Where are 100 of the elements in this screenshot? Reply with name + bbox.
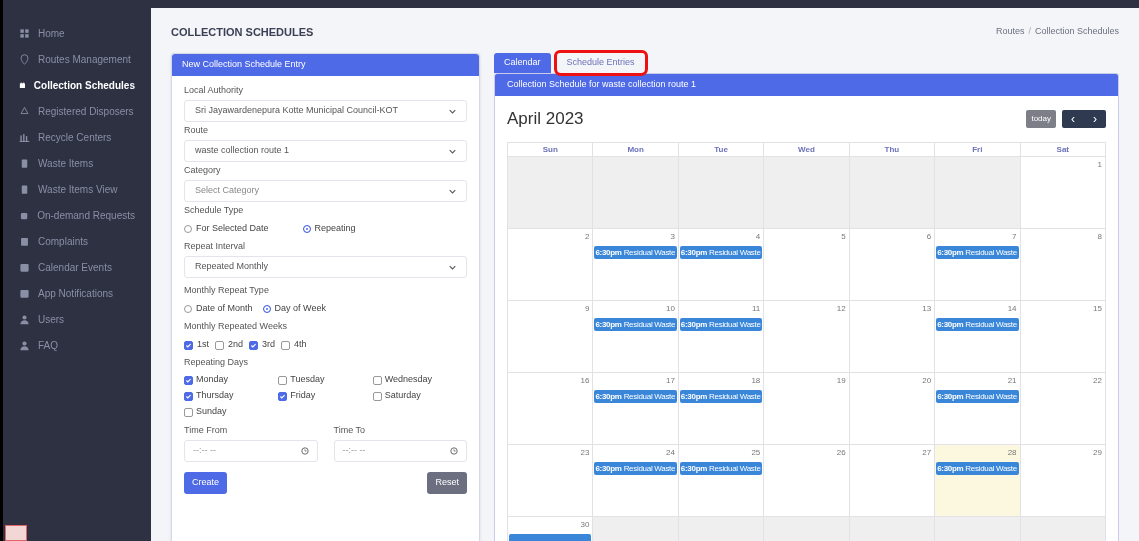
calendar-event[interactable]: 6:30pm Residual Waste [594,462,677,475]
select-field[interactable]: Select Category [184,180,467,202]
sidebar-item[interactable]: Calendar Events [3,254,151,280]
checkbox[interactable] [281,340,291,350]
checkbox-label: Wednesday [384,373,433,387]
tab[interactable]: Calendar [494,53,551,73]
day-number: 9 [584,303,591,315]
day-number: 8 [1097,231,1103,243]
event-time: 6:30pm [680,390,708,403]
calendar-event[interactable]: 6:30pm Residual Waste [594,318,677,331]
calendar-event[interactable]: 6:30pm Residual Waste [936,390,1019,403]
day-number: 30 [580,519,591,531]
event-time: 6:30pm [680,246,708,259]
calendar-event[interactable]: 6:30pm Residual Waste [679,246,763,259]
grid-icon [19,27,30,39]
event-title: Residual Waste [965,390,1017,403]
event-title: Residual Waste [623,318,676,331]
previous-button[interactable]: ‹ [1062,110,1084,128]
field-label: Repeat Interval [184,240,247,254]
time-field[interactable]: --:-- -- [333,440,467,462]
calendar-event[interactable]: 6:30pm Residual Waste [936,318,1019,331]
sidebar-item[interactable]: Collection Schedules [3,72,151,98]
calendar-event[interactable]: 6:30pm Residual Waste [594,246,677,259]
event-title: Residual Waste [623,462,676,475]
chevron-down-icon [449,264,456,270]
day-number: 6 [926,231,933,243]
field-label: Repeating Days [184,356,250,370]
radio-button[interactable] [262,305,271,313]
checkbox[interactable] [372,391,382,401]
calendar-event[interactable]: 6:30pm Residual Waste [936,462,1019,475]
day-number: 15 [1093,303,1103,315]
calendar-event[interactable]: 6:30pm Residual Waste [936,246,1019,259]
sidebar-item[interactable]: Routes Management [3,46,151,72]
radio-button[interactable] [302,225,311,233]
sidebar-item[interactable]: Waste Items [3,150,151,176]
radio-label: For Selected Date [196,222,269,236]
event-time: 6:30pm [680,318,708,331]
day-number: 13 [922,303,933,315]
sidebar-item[interactable]: Users [3,306,151,332]
breadcrumb-link[interactable]: Routes [995,25,1025,39]
checkbox[interactable] [249,340,259,350]
select-field[interactable]: Repeated Monthly [184,256,467,278]
radio-button[interactable] [184,225,192,233]
select-field[interactable]: Sri Jayawardenepura Kotte Municipal Council-KOT [184,100,467,122]
triangle-icon [19,105,30,117]
next-button[interactable]: › [1084,110,1106,128]
event-title: Residual Waste [623,390,676,403]
day-number: 16 [580,375,591,387]
radio-button[interactable] [184,305,192,313]
field-label: Schedule Type [184,204,245,218]
checkbox-label: Tuesday [290,373,325,387]
checkbox[interactable] [184,391,193,401]
sidebar-item[interactable]: Waste Items View [3,176,151,202]
checkbox[interactable] [184,407,193,417]
sidebar-item[interactable]: On-demand Requests [3,202,151,228]
day-number: 14 [1007,303,1018,315]
calendar-event[interactable]: 6:30pm Residual Waste [679,318,763,331]
calendar-event[interactable]: 6:30pm Residual Waste [679,462,763,475]
event-time: 6:30pm [680,462,708,475]
sidebar-item[interactable]: App Notifications [3,280,151,306]
breadcrumb-current: Collection Schedules [1034,25,1119,39]
event-title: Residual Waste [965,246,1017,259]
checkbox[interactable] [278,391,288,401]
sidebar-item[interactable]: Recycle Centers [3,124,151,150]
checkbox-label: 3rd [262,338,276,352]
sidebar-item[interactable]: Registered Disposers [3,98,151,124]
tab[interactable]: Schedule Entries [556,53,645,73]
sidebar-item[interactable]: Home [3,20,151,46]
event-time: 6:30pm [937,462,964,475]
create-button[interactable]: Create [184,472,227,494]
radio-label: Repeating [314,222,356,236]
checkbox[interactable] [184,375,193,385]
event-time: 6:30pm [595,318,622,331]
page-title: COLLECTION SCHEDULES [171,24,314,40]
field-label: Route [184,124,210,138]
calendar-event[interactable]: 6:30pm Residual Waste [679,390,763,403]
day-number: 23 [580,447,591,459]
checkbox[interactable] [372,375,382,385]
breadcrumb-separator: / [1028,25,1031,39]
day-number: 1 [1097,159,1103,171]
event-time: 6:30pm [595,246,622,259]
field-label: Category [184,164,222,178]
bar-chart-icon [19,131,30,143]
sidebar-item[interactable]: Complaints [3,228,151,254]
event-time: 6:30pm [937,390,964,403]
today-button[interactable]: today [1026,110,1056,128]
checkbox[interactable] [184,340,193,350]
day-number: 17 [665,375,676,387]
event-time: 6:30pm [937,318,964,331]
day-number: 24 [665,447,676,459]
event-title: Residual Waste [965,462,1017,475]
select-field[interactable]: waste collection route 1 [184,140,467,162]
calendar-event[interactable]: 6:30pm Residual Waste [594,390,677,403]
time-field[interactable]: --:-- -- [184,440,318,462]
sidebar-item[interactable]: FAQ [3,332,151,358]
checkbox[interactable] [278,375,288,385]
reset-button[interactable]: Reset [427,472,467,494]
checkbox[interactable] [215,340,224,350]
day-number: 11 [751,303,762,315]
field-label: Local Authority [184,84,245,98]
